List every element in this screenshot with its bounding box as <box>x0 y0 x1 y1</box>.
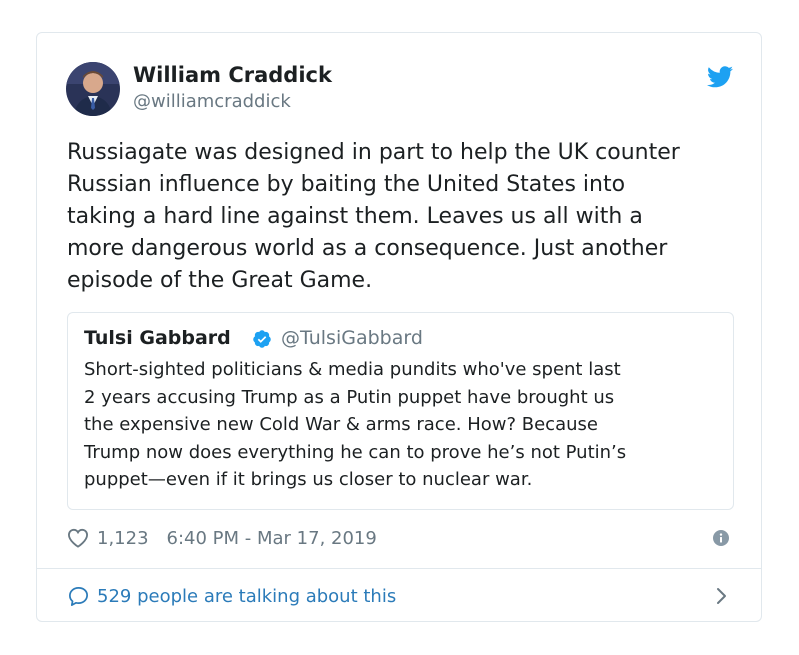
twitter-bird-icon[interactable] <box>707 66 733 88</box>
speech-bubble-icon <box>69 586 88 606</box>
chevron-right-icon[interactable] <box>715 587 727 605</box>
like-count[interactable]: 1,123 <box>97 528 149 549</box>
conversation-link[interactable]: 529 people are talking about this <box>67 583 396 609</box>
quoted-tweet[interactable]: Tulsi Gabbard @TulsiGabbard Short-sighte… <box>67 312 734 510</box>
tweet-text: Russiagate was designed in part to help … <box>67 140 680 293</box>
author-avatar[interactable] <box>66 62 120 116</box>
author-handle[interactable]: @williamcraddick <box>133 91 291 112</box>
quoted-tweet-text: Short-sighted politicians & media pundit… <box>84 359 627 490</box>
tweet-timestamp[interactable]: 6:40 PM - Mar 17, 2019 <box>167 528 377 549</box>
quoted-author-name: Tulsi Gabbard <box>84 327 231 349</box>
verified-badge-icon <box>253 330 271 348</box>
author-name[interactable]: William Craddick <box>133 63 332 87</box>
embedded-tweet-card: William Craddick @williamcraddick Russia… <box>36 32 762 622</box>
info-icon[interactable] <box>713 530 729 546</box>
footer-divider <box>37 568 761 569</box>
tweet-meta: 1,123 6:40 PM - Mar 17, 2019 <box>67 526 377 550</box>
conversation-label[interactable]: 529 people are talking about this <box>97 586 396 607</box>
heart-icon[interactable] <box>67 528 89 548</box>
quoted-author-handle: @TulsiGabbard <box>281 327 423 349</box>
